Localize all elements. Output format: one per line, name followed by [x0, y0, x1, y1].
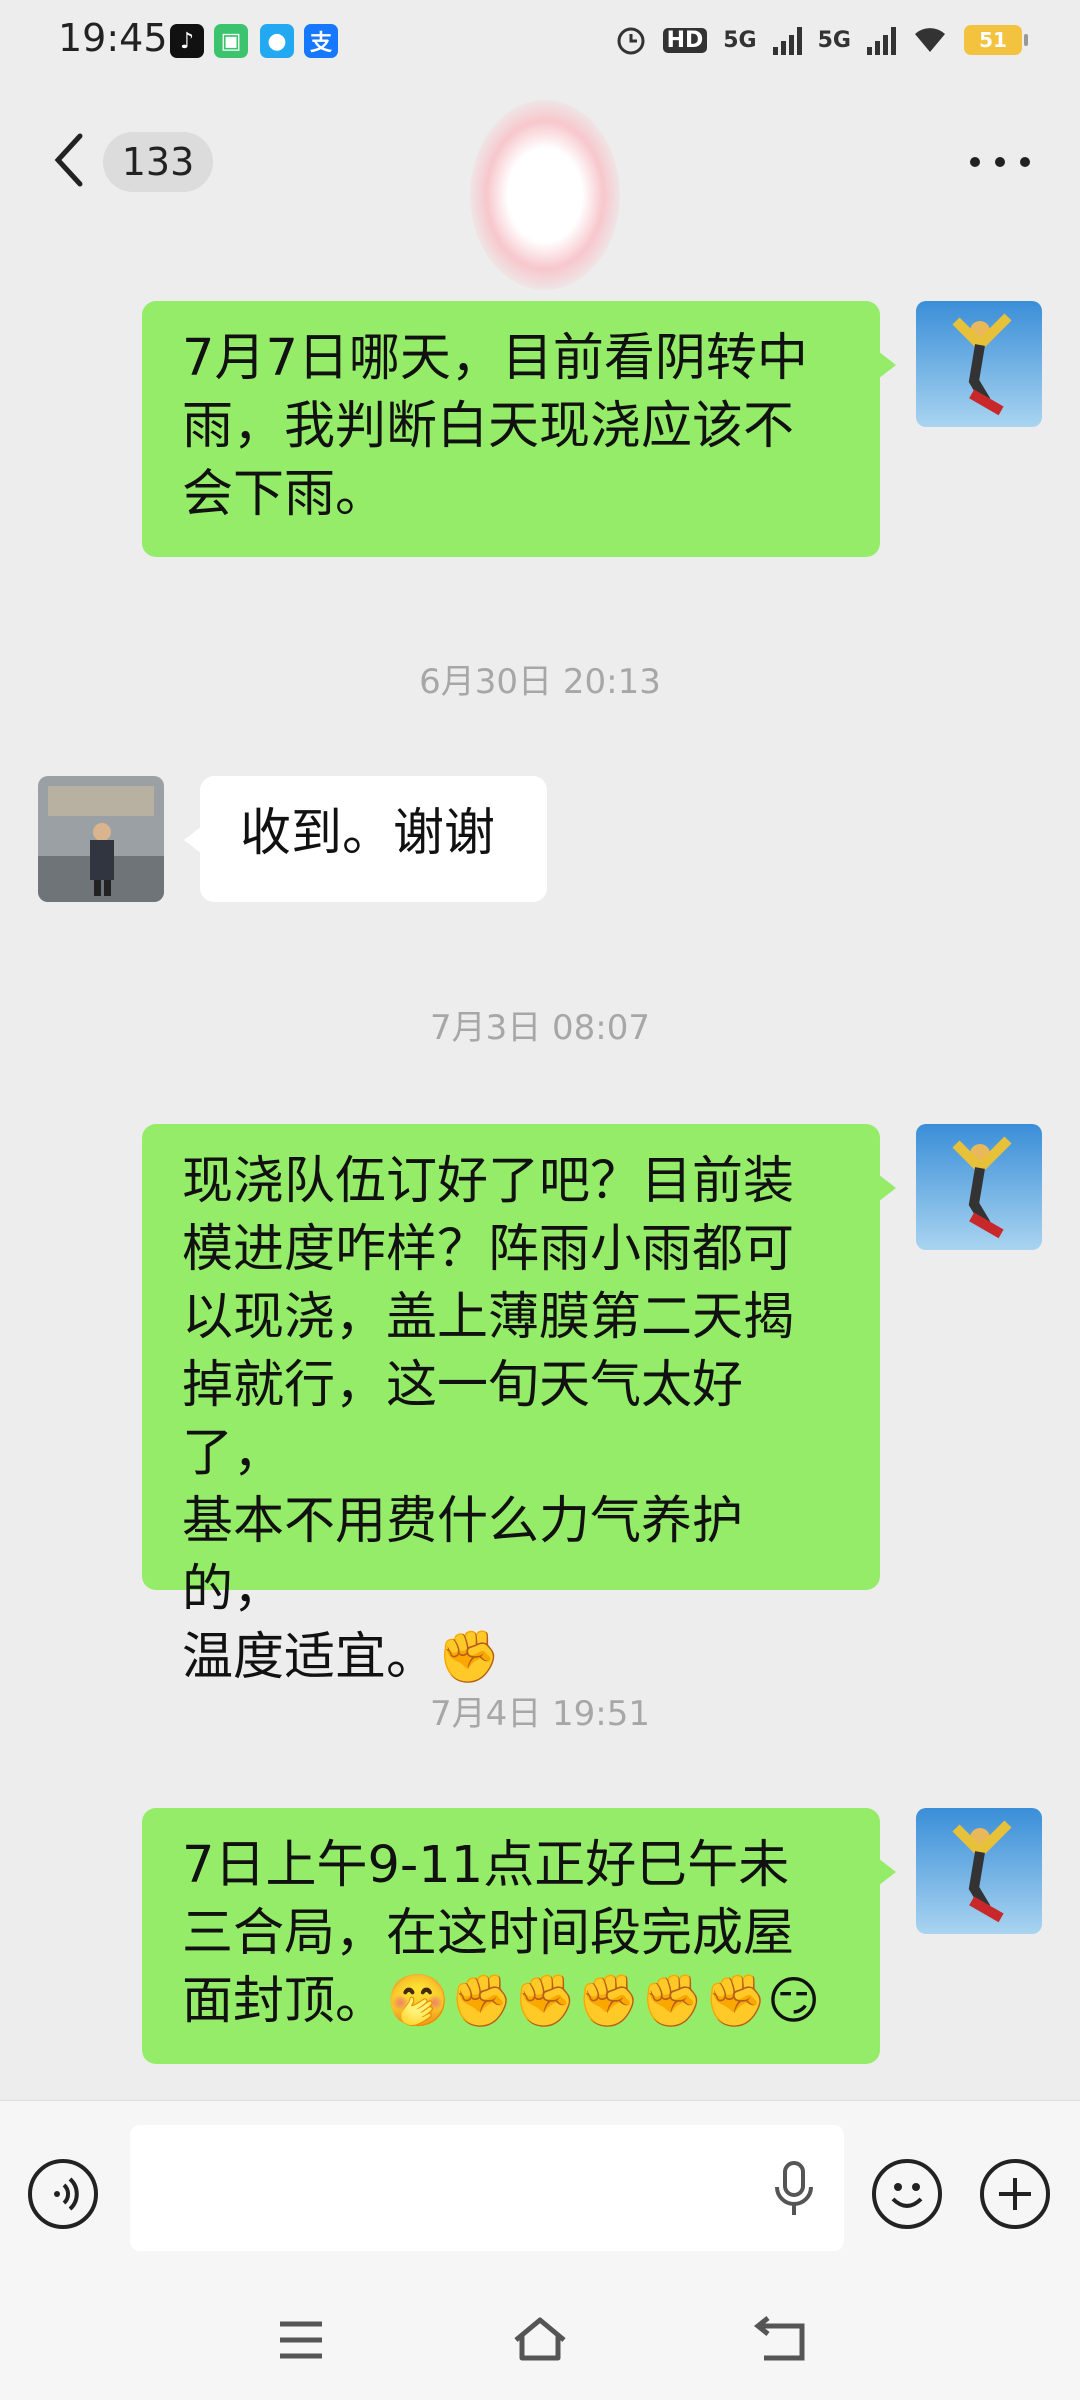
contact-avatar[interactable] — [38, 776, 164, 902]
signal-icon-1 — [772, 25, 802, 55]
hd-badge: HD — [662, 27, 708, 53]
tiktok-app-icon: ♪ — [170, 24, 204, 58]
chat-header: 133 王 — [0, 80, 1080, 290]
message-bubble-received[interactable]: 收到。谢谢 — [184, 776, 547, 902]
my-avatar[interactable] — [916, 1124, 1042, 1250]
voice-toggle-icon[interactable] — [28, 2159, 98, 2229]
shield-app-icon: ▣ — [214, 24, 248, 58]
more-dots-icon[interactable] — [970, 152, 1030, 172]
status-bar: 19:45 ♪ ▣ ● 支 HD 5G 5G 51 — [0, 0, 1080, 80]
chat-list[interactable]: 7月7日哪天，目前看阴转中 雨，我判断白天现浇应该不 会下雨。 6月30日 20… — [0, 240, 1080, 2100]
menu-icon[interactable] — [276, 2318, 326, 2362]
microphone-icon[interactable] — [772, 2159, 816, 2219]
timestamp: 7月3日 08:07 — [429, 1008, 651, 1048]
network-label-1: 5G — [723, 27, 757, 53]
alarm-icon — [617, 27, 645, 55]
input-bar — [0, 2100, 1080, 2281]
qq-app-icon: ● — [260, 24, 294, 58]
message-bubble-sent[interactable]: 7日上午9-11点正好巳午未 三合局，在这时间段完成屋 面封顶。🤭✊✊✊✊✊😏 — [142, 1808, 896, 2064]
timestamp: 6月30日 20:13 — [419, 662, 661, 702]
back-chevron-icon[interactable] — [48, 130, 88, 190]
system-nav-bar — [0, 2280, 1080, 2400]
message-bubble-sent[interactable]: 现浇队伍订好了吧？目前装 模进度咋样？阵雨小雨都可 以现浇，盖上薄膜第二天揭 掉… — [142, 1124, 896, 1687]
my-avatar[interactable] — [916, 301, 1042, 427]
network-label-2: 5G — [817, 27, 851, 53]
message-bubble-sent[interactable]: 7月7日哪天，目前看阴转中 雨，我判断白天现浇应该不 会下雨。 — [142, 301, 896, 557]
battery-icon: 51 — [964, 25, 1028, 55]
back-nav-icon[interactable] — [754, 2316, 808, 2364]
unread-count-badge[interactable]: 133 — [103, 132, 213, 192]
signal-icon-2 — [867, 25, 896, 55]
emoji-icon[interactable] — [872, 2159, 942, 2229]
battery-level: 51 — [979, 28, 1007, 52]
timestamp: 7月4日 19:51 — [429, 1694, 651, 1734]
plus-icon[interactable] — [980, 2159, 1050, 2229]
home-icon[interactable] — [510, 2314, 570, 2364]
alipay-app-icon: 支 — [304, 24, 338, 58]
wifi-icon — [915, 28, 945, 52]
status-right-group: HD 5G 5G 51 — [615, 20, 1028, 60]
my-avatar[interactable] — [916, 1808, 1042, 1934]
status-time: 19:45 — [58, 16, 168, 60]
message-input[interactable] — [130, 2125, 844, 2251]
